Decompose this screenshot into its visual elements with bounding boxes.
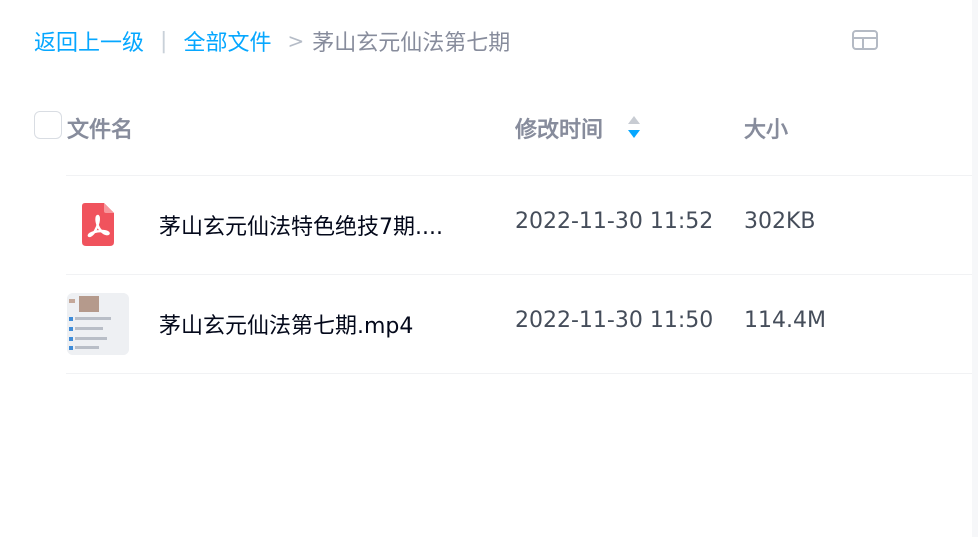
file-name[interactable]: 茅山玄元仙法第七期.mp4 xyxy=(159,308,413,340)
sort-arrows-icon xyxy=(628,116,640,138)
file-modified-time: 2022-11-30 11:52 xyxy=(515,209,714,234)
breadcrumb: 返回上一级 | 全部文件 > 茅山玄元仙法第七期 xyxy=(34,25,511,57)
table-header: 文件名 修改时间 大小 xyxy=(0,100,978,154)
breadcrumb-current-folder: 茅山玄元仙法第七期 xyxy=(312,31,511,56)
select-all-checkbox[interactable] xyxy=(34,111,62,139)
pdf-file-icon xyxy=(78,202,118,248)
file-name[interactable]: 茅山玄元仙法特色绝技7期.... xyxy=(159,209,443,241)
file-modified-time: 2022-11-30 11:50 xyxy=(515,308,714,333)
table-row[interactable]: 茅山玄元仙法第七期.mp4 2022-11-30 11:50 114.4M xyxy=(66,274,978,374)
breadcrumb-all-files-link[interactable]: 全部文件 xyxy=(183,25,271,57)
sort-icon[interactable] xyxy=(626,114,642,140)
grid-view-icon xyxy=(852,30,878,50)
video-thumbnail xyxy=(67,293,129,355)
column-header-name[interactable]: 文件名 xyxy=(67,112,133,144)
column-header-modified[interactable]: 修改时间 xyxy=(515,112,603,144)
table-row[interactable]: 茅山玄元仙法特色绝技7期.... 2022-11-30 11:52 302KB xyxy=(66,175,978,273)
back-link[interactable]: 返回上一级 xyxy=(34,25,144,57)
file-size: 114.4M xyxy=(744,308,826,333)
breadcrumb-divider: | xyxy=(160,28,168,54)
column-header-size[interactable]: 大小 xyxy=(744,112,788,144)
scrollbar-track[interactable] xyxy=(972,0,978,537)
view-toggle-button[interactable] xyxy=(851,29,879,51)
breadcrumb-arrow: > xyxy=(287,29,305,53)
file-size: 302KB xyxy=(744,209,816,234)
